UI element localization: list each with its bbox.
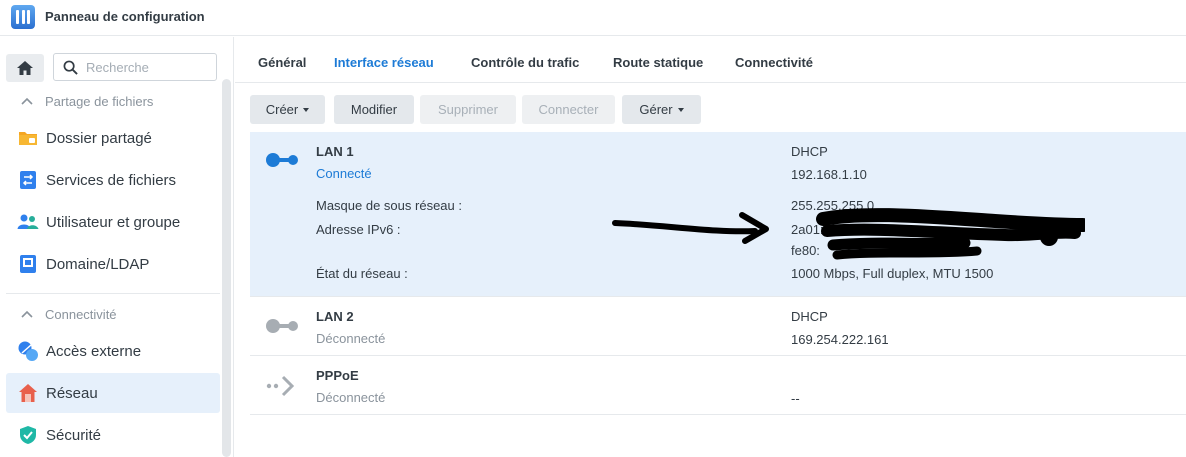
tab-traffic-control[interactable]: Contrôle du trafic — [471, 55, 579, 70]
sidebar: Partage de fichiers Dossier partagé Serv… — [0, 37, 234, 457]
create-label: Créer — [265, 102, 299, 117]
domain-ldap-icon — [17, 253, 39, 275]
main-panel: Général Interface réseau Contrôle du tra… — [235, 37, 1186, 457]
search-box[interactable] — [53, 53, 217, 81]
ipv6-label: Adresse IPv6 : — [316, 222, 401, 237]
user-group-icon — [17, 211, 39, 233]
modify-button[interactable]: Modifier — [334, 95, 414, 124]
interface-status: Déconnecté — [316, 331, 386, 346]
interface-ip: 169.254.222.161 — [791, 332, 889, 347]
interface-mode: DHCP — [791, 309, 828, 324]
manage-button[interactable]: Gérer — [622, 95, 701, 124]
ipv6-value-1: 2a01: — [791, 222, 824, 237]
sidebar-item-user-group[interactable]: Utilisateur et groupe — [6, 202, 220, 242]
connect-button[interactable]: Connecter — [522, 95, 615, 124]
subnet-value: 255.255.255.0 — [791, 198, 875, 213]
caret-down-icon — [677, 108, 684, 112]
connect-label: Connecter — [538, 102, 599, 117]
window-title: Panneau de configuration — [45, 9, 205, 24]
tab-connectivity[interactable]: Connectivité — [735, 55, 813, 70]
chevron-up-icon — [21, 310, 33, 318]
tab-bar: Général Interface réseau Contrôle du tra… — [235, 37, 1186, 83]
sidebar-item-file-services[interactable]: Services de fichiers — [6, 160, 220, 200]
network-state-label: État du réseau : — [316, 266, 408, 281]
caret-down-icon — [303, 108, 310, 112]
sidebar-item-label: Dossier partagé — [46, 129, 152, 147]
network-state-value: 1000 Mbps, Full duplex, MTU 1500 — [791, 266, 994, 281]
tab-static-route[interactable]: Route statique — [613, 55, 703, 70]
sidebar-divider — [6, 293, 220, 294]
interface-name: LAN 1 — [316, 144, 354, 159]
delete-button[interactable]: Supprimer — [420, 95, 516, 124]
sidebar-item-label: Sécurité — [46, 426, 102, 444]
sidebar-item-label: Réseau — [46, 384, 98, 402]
modify-label: Modifier — [350, 102, 398, 117]
interface-row-lan1[interactable]: LAN 1 Connecté DHCP 192.168.1.10 Masque … — [250, 132, 1186, 297]
home-button[interactable] — [6, 54, 44, 82]
security-shield-icon — [17, 424, 39, 446]
interface-ip: -- — [791, 391, 800, 406]
file-services-icon — [17, 169, 39, 191]
title-bar: Panneau de configuration — [0, 0, 1186, 36]
sidebar-item-domain-ldap[interactable]: Domaine/LDAP — [6, 244, 220, 284]
search-icon — [63, 60, 78, 75]
tab-network-interface[interactable]: Interface réseau — [334, 55, 434, 70]
section-file-sharing[interactable]: Partage de fichiers — [20, 91, 153, 111]
sidebar-item-label: Utilisateur et groupe — [46, 213, 181, 231]
delete-label: Supprimer — [438, 102, 498, 117]
sidebar-item-security[interactable]: Sécurité — [6, 415, 220, 455]
section-connectivity[interactable]: Connectivité — [20, 304, 117, 324]
search-input[interactable] — [86, 58, 211, 77]
interface-status: Déconnecté — [316, 390, 386, 405]
interface-name: LAN 2 — [316, 309, 354, 324]
lan-connected-icon — [266, 153, 298, 167]
lan-disconnected-icon — [266, 319, 298, 333]
sidebar-item-network[interactable]: Réseau — [6, 373, 220, 413]
shared-folder-icon — [17, 127, 39, 149]
sidebar-item-label: Services de fichiers — [46, 171, 177, 189]
interface-name: PPPoE — [316, 368, 359, 383]
home-icon — [17, 61, 33, 75]
create-button[interactable]: Créer — [250, 95, 325, 124]
interface-status: Connecté — [316, 166, 372, 181]
section-label: Connectivité — [45, 306, 117, 322]
control-panel-icon — [11, 5, 35, 29]
interface-mode: DHCP — [791, 144, 828, 159]
tab-general[interactable]: Général — [258, 55, 306, 70]
network-house-icon — [17, 382, 39, 404]
sidebar-item-label: Domaine/LDAP — [46, 255, 150, 273]
sidebar-item-external-access[interactable]: Accès externe — [6, 331, 220, 371]
chevron-up-icon — [21, 97, 33, 105]
subnet-label: Masque de sous réseau : — [316, 198, 462, 213]
ipv6-value-2: fe80: — [791, 243, 820, 258]
interface-row-lan2[interactable]: LAN 2 Déconnecté DHCP 169.254.222.161 — [250, 297, 1186, 356]
interface-row-pppoe[interactable]: PPPoE Déconnecté -- — [250, 356, 1186, 415]
interface-ip: 192.168.1.10 — [791, 167, 867, 182]
sidebar-scrollbar[interactable] — [222, 79, 231, 457]
section-label: Partage de fichiers — [45, 93, 154, 109]
pppoe-icon — [266, 375, 295, 397]
manage-label: Gérer — [639, 102, 673, 117]
external-access-icon — [17, 340, 39, 362]
sidebar-item-shared-folder[interactable]: Dossier partagé — [6, 118, 220, 158]
sidebar-item-label: Accès externe — [46, 342, 142, 360]
